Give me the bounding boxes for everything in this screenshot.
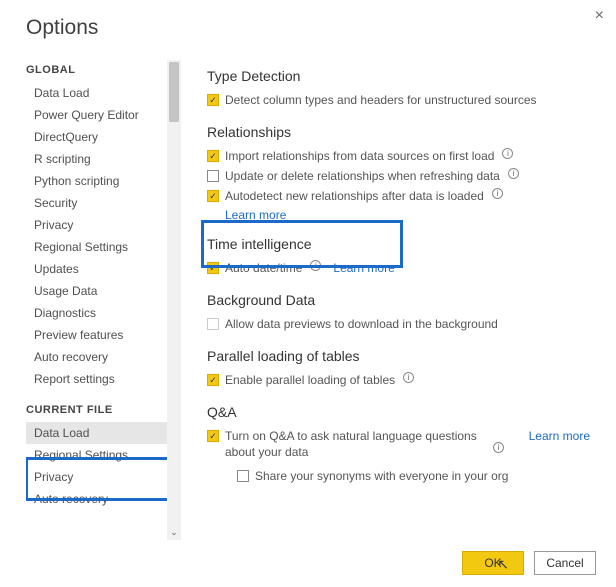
info-icon[interactable]: i (502, 148, 513, 159)
nav-item-regional-current[interactable]: Regional Settings (26, 444, 167, 466)
nav-item-privacy-global[interactable]: Privacy (26, 214, 167, 236)
nav-item-auto-recovery-global[interactable]: Auto recovery (26, 346, 167, 368)
info-icon[interactable]: i (493, 442, 504, 453)
checkbox-share-synonyms[interactable] (237, 470, 249, 482)
label-update-relationships: Update or delete relationships when refr… (225, 168, 500, 184)
link-learn-more-qa[interactable]: Learn more (529, 428, 590, 444)
nav-group-global: GLOBAL (26, 64, 167, 76)
label-background-data: Allow data previews to download in the b… (225, 316, 498, 332)
label-import-relationships: Import relationships from data sources o… (225, 148, 494, 164)
label-parallel-loading: Enable parallel loading of tables (225, 372, 395, 388)
label-auto-date-time: Auto date/time (225, 260, 302, 276)
footer-buttons: OK ↖ Cancel (462, 551, 596, 575)
nav-item-preview-features[interactable]: Preview features (26, 324, 167, 346)
nav-item-privacy-current[interactable]: Privacy (26, 466, 167, 488)
scrollbar-thumb[interactable] (169, 62, 179, 122)
section-qa: Q&A (207, 404, 596, 420)
nav-item-data-load-current[interactable]: Data Load (26, 422, 167, 444)
section-background-data: Background Data (207, 292, 596, 308)
section-type-detection: Type Detection (207, 68, 596, 84)
nav-item-r-scripting[interactable]: R scripting (26, 148, 167, 170)
nav-item-report-settings[interactable]: Report settings (26, 368, 167, 390)
info-icon[interactable]: i (508, 168, 519, 179)
nav-item-data-load-global[interactable]: Data Load (26, 82, 167, 104)
info-icon[interactable]: i (492, 188, 503, 199)
close-icon[interactable]: × (595, 8, 604, 24)
nav-item-diagnostics[interactable]: Diagnostics (26, 302, 167, 324)
cancel-button-label: Cancel (546, 556, 583, 570)
nav-item-python-scripting[interactable]: Python scripting (26, 170, 167, 192)
ok-button-label: OK (484, 556, 501, 570)
label-detect-column-types: Detect column types and headers for unst… (225, 92, 537, 108)
info-icon[interactable]: i (403, 372, 414, 383)
nav-item-updates[interactable]: Updates (26, 258, 167, 280)
dialog-title: Options (26, 16, 596, 40)
checkbox-import-relationships[interactable]: ✓ (207, 150, 219, 162)
label-share-synonyms: Share your synonyms with everyone in you… (255, 468, 508, 484)
checkbox-background-data (207, 318, 219, 330)
label-autodetect-relationships: Autodetect new relationships after data … (225, 188, 484, 204)
checkbox-auto-date-time[interactable]: ✓ (207, 262, 219, 274)
checkbox-qa[interactable]: ✓ (207, 430, 219, 442)
section-time-intelligence: Time intelligence (207, 236, 596, 252)
label-qa: Turn on Q&A to ask natural language ques… (225, 428, 485, 460)
sidebar-scrollbar[interactable]: ⌄ (167, 60, 181, 540)
nav-item-directquery[interactable]: DirectQuery (26, 126, 167, 148)
nav-item-security[interactable]: Security (26, 192, 167, 214)
chevron-down-icon[interactable]: ⌄ (167, 527, 181, 538)
section-parallel-loading: Parallel loading of tables (207, 348, 596, 364)
cancel-button[interactable]: Cancel (534, 551, 596, 575)
section-relationships: Relationships (207, 124, 596, 140)
nav-item-usage-data[interactable]: Usage Data (26, 280, 167, 302)
checkbox-autodetect-relationships[interactable]: ✓ (207, 190, 219, 202)
link-learn-more-time[interactable]: Learn more (333, 260, 394, 276)
nav-item-auto-recovery-current[interactable]: Auto recovery (26, 488, 167, 510)
checkbox-update-relationships[interactable] (207, 170, 219, 182)
sidebar: GLOBAL Data Load Power Query Editor Dire… (26, 60, 181, 540)
nav-item-regional-global[interactable]: Regional Settings (26, 236, 167, 258)
link-learn-more-relationships[interactable]: Learn more (225, 208, 596, 222)
nav-item-power-query[interactable]: Power Query Editor (26, 104, 167, 126)
info-icon[interactable]: i (310, 260, 321, 271)
options-dialog: × Options GLOBAL Data Load Power Query E… (0, 0, 616, 587)
checkbox-detect-column-types[interactable]: ✓ (207, 94, 219, 106)
nav-group-current-file: CURRENT FILE (26, 404, 167, 416)
ok-button[interactable]: OK ↖ (462, 551, 524, 575)
content-panel: Type Detection ✓ Detect column types and… (181, 60, 596, 540)
checkbox-parallel-loading[interactable]: ✓ (207, 374, 219, 386)
